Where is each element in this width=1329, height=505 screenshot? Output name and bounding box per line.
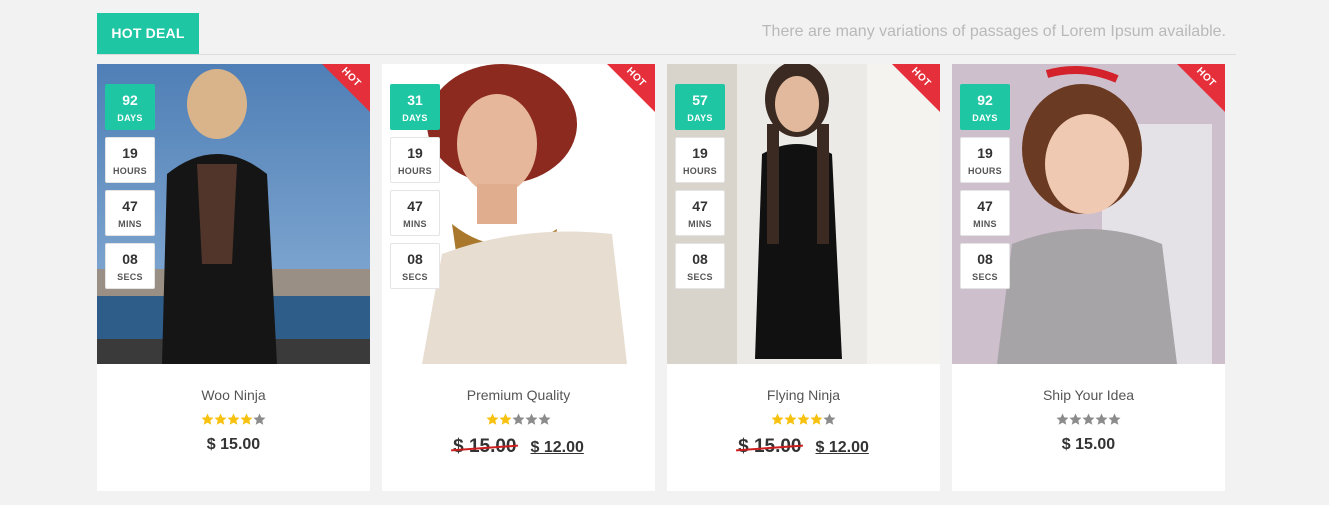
countdown-hours: 19 HOURS	[675, 137, 725, 183]
star-empty-icon	[1108, 413, 1121, 425]
star-filled-icon	[240, 413, 253, 425]
countdown-timer: 57 DAYS 19 HOURS 47 MINS 08 SECS	[675, 84, 725, 296]
star-filled-icon	[771, 413, 784, 425]
countdown-secs: 08 SECS	[390, 243, 440, 289]
countdown-mins: 47 MINS	[675, 190, 725, 236]
star-filled-icon	[227, 413, 240, 425]
rating-stars	[667, 413, 940, 427]
product-prices: $ 15.00	[97, 436, 370, 454]
countdown-timer: 92 DAYS 19 HOURS 47 MINS 08 SECS	[105, 84, 155, 296]
star-empty-icon	[1082, 413, 1095, 425]
product-name[interactable]: Woo Ninja	[97, 387, 370, 404]
product-image[interactable]: HOT 31 DAYS 19 HOURS 47 MINS 08 SECS	[382, 64, 655, 364]
product-prices: $ 15.00	[952, 436, 1225, 454]
star-empty-icon	[538, 413, 551, 425]
product-image[interactable]: HOT 92 DAYS 19 HOURS 47 MINS 08 SECS	[97, 64, 370, 364]
star-filled-icon	[486, 413, 499, 425]
product-image[interactable]: HOT 92 DAYS 19 HOURS 47 MINS 08 SECS	[952, 64, 1225, 364]
star-empty-icon	[525, 413, 538, 425]
countdown-days: 57 DAYS	[675, 84, 725, 130]
hot-ribbon: HOT	[607, 64, 655, 112]
countdown-secs: 08 SECS	[105, 243, 155, 289]
hot-ribbon: HOT	[892, 64, 940, 112]
old-price: $ 15.00	[453, 436, 517, 457]
star-filled-icon	[784, 413, 797, 425]
star-filled-icon	[810, 413, 823, 425]
star-filled-icon	[214, 413, 227, 425]
old-price: $ 15.00	[738, 436, 802, 457]
star-empty-icon	[1069, 413, 1082, 425]
hot-deal-section: HOT DEAL There are many variations of pa…	[97, 13, 1236, 491]
star-filled-icon	[499, 413, 512, 425]
star-empty-icon	[823, 413, 836, 425]
section-header: HOT DEAL There are many variations of pa…	[97, 13, 1236, 55]
countdown-days: 31 DAYS	[390, 84, 440, 130]
product-card[interactable]: HOT 92 DAYS 19 HOURS 47 MINS 08 SECS Ship Yo…	[952, 64, 1225, 491]
countdown-timer: 31 DAYS 19 HOURS 47 MINS 08 SECS	[390, 84, 440, 296]
section-tagline: There are many variations of passages of…	[761, 23, 1226, 40]
product-info: Premium Quality $ 15.00 $ 12.00	[382, 364, 655, 458]
countdown-mins: 47 MINS	[390, 190, 440, 236]
product-image[interactable]: HOT 57 DAYS 19 HOURS 47 MINS 08 SECS	[667, 64, 940, 364]
product-prices: $ 15.00 $ 12.00	[382, 436, 655, 458]
product-price: $ 15.00	[1061, 436, 1116, 453]
rating-stars	[952, 413, 1225, 427]
star-empty-icon	[253, 413, 266, 425]
product-name[interactable]: Premium Quality	[382, 387, 655, 404]
hot-deal-tab[interactable]: HOT DEAL	[97, 13, 199, 54]
countdown-mins: 47 MINS	[105, 190, 155, 236]
product-name[interactable]: Ship Your Idea	[952, 387, 1225, 404]
countdown-mins: 47 MINS	[960, 190, 1010, 236]
hot-ribbon: HOT	[322, 64, 370, 112]
star-empty-icon	[1095, 413, 1108, 425]
sale-price: $ 12.00	[815, 439, 869, 456]
product-card[interactable]: HOT 57 DAYS 19 HOURS 47 MINS 08 SECS Flying …	[667, 64, 940, 491]
product-info: Woo Ninja $ 15.00	[97, 364, 370, 454]
star-empty-icon	[512, 413, 525, 425]
product-grid: HOT 92 DAYS 19 HOURS 47 MINS 08 SECS Woo Nin…	[97, 64, 1225, 491]
product-info: Ship Your Idea $ 15.00	[952, 364, 1225, 454]
countdown-hours: 19 HOURS	[105, 137, 155, 183]
product-info: Flying Ninja $ 15.00 $ 12.00	[667, 364, 940, 458]
product-card[interactable]: HOT 92 DAYS 19 HOURS 47 MINS 08 SECS Woo Nin…	[97, 64, 370, 491]
rating-stars	[382, 413, 655, 427]
countdown-secs: 08 SECS	[960, 243, 1010, 289]
star-filled-icon	[201, 413, 214, 425]
rating-stars	[97, 413, 370, 427]
countdown-days: 92 DAYS	[960, 84, 1010, 130]
sale-price: $ 12.00	[530, 439, 584, 456]
product-card[interactable]: HOT 31 DAYS 19 HOURS 47 MINS 08 SECS Premium…	[382, 64, 655, 491]
product-prices: $ 15.00 $ 12.00	[667, 436, 940, 458]
countdown-timer: 92 DAYS 19 HOURS 47 MINS 08 SECS	[960, 84, 1010, 296]
star-filled-icon	[797, 413, 810, 425]
star-empty-icon	[1056, 413, 1069, 425]
countdown-days: 92 DAYS	[105, 84, 155, 130]
hot-ribbon: HOT	[1177, 64, 1225, 112]
countdown-hours: 19 HOURS	[960, 137, 1010, 183]
countdown-hours: 19 HOURS	[390, 137, 440, 183]
countdown-secs: 08 SECS	[675, 243, 725, 289]
product-name[interactable]: Flying Ninja	[667, 387, 940, 404]
product-price: $ 15.00	[206, 436, 261, 453]
